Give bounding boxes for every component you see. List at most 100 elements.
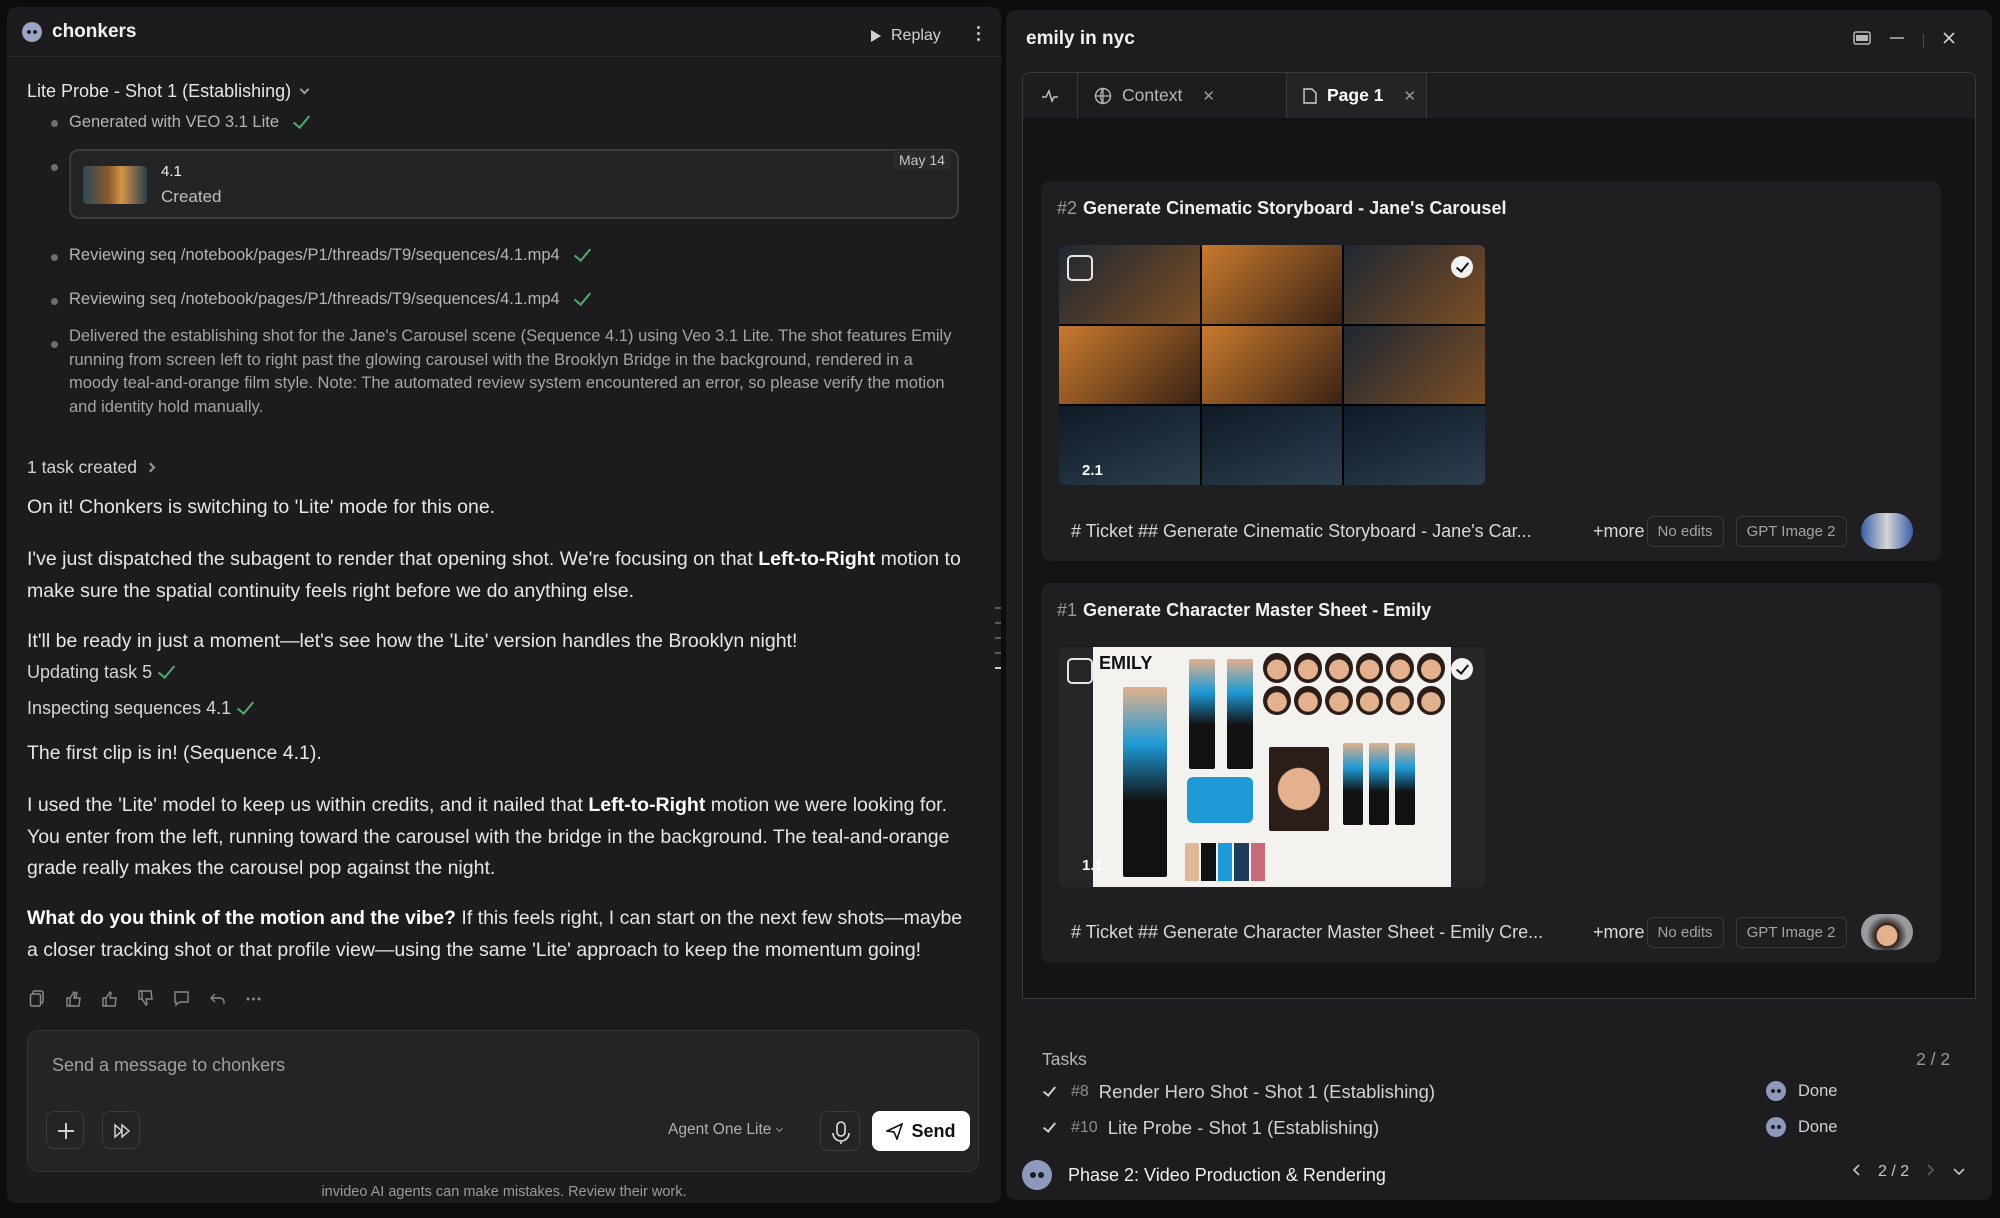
play-icon	[871, 30, 881, 42]
message-actions	[29, 990, 262, 1007]
agent-avatar-icon	[1022, 1160, 1052, 1190]
message-input[interactable]	[52, 1055, 872, 1076]
status-updating-task: Updating task 5	[27, 660, 176, 683]
ticket-summary: # Ticket ## Generate Cinematic Storyboar…	[1071, 520, 1532, 541]
chevron-right-icon	[145, 462, 156, 473]
chevron-left-icon[interactable]	[1852, 1163, 1860, 1181]
timeline-bullet	[51, 298, 58, 305]
step-text: Reviewing seq /notebook/pages/P1/threads…	[69, 246, 560, 264]
more-link[interactable]: +more	[1593, 521, 1645, 542]
fast-forward-button[interactable]	[102, 1111, 140, 1149]
check-icon	[573, 243, 591, 262]
ticket-card[interactable]: #1 Generate Character Master Sheet - Emil…	[1041, 583, 1941, 963]
replay-label: Replay	[891, 27, 941, 44]
message-navigator[interactable]	[995, 607, 1001, 669]
copy-icon[interactable]	[29, 990, 46, 1007]
add-attachment-button[interactable]	[46, 1111, 84, 1149]
more-horizontal-icon[interactable]	[245, 990, 262, 1007]
storyboard-frame	[1201, 406, 1343, 485]
side-panel: emily in nyc Context ✕ Page 1 ✕ #2 Genera…	[1006, 10, 1992, 1200]
brand[interactable]: chonkers	[22, 21, 136, 43]
check-icon	[157, 660, 176, 679]
step-text: Reviewing seq /notebook/pages/P1/threads…	[69, 290, 560, 308]
chat-header: chonkers Replay	[7, 7, 1001, 57]
more-options-icon[interactable]	[971, 26, 985, 46]
close-tab-icon[interactable]: ✕	[1202, 87, 1215, 105]
sequence-status: Created	[161, 187, 222, 206]
check-icon	[573, 287, 591, 306]
storyboard-frame	[1344, 325, 1485, 405]
agent-selector[interactable]: Agent One Lite	[668, 1121, 784, 1139]
step-text: Generated with VEO 3.1 Lite	[69, 113, 280, 131]
version-badge: 2.1	[1082, 462, 1103, 479]
activity-icon	[1042, 88, 1058, 103]
assistant-message: What do you think of the motion and the …	[27, 907, 963, 961]
task-row[interactable]: #8 Render Hero Shot - Shot 1 (Establishi…	[1042, 1078, 1946, 1106]
model-badge: GPT Image 2	[1735, 515, 1847, 547]
more-link[interactable]: +more	[1593, 922, 1645, 943]
task-name: Render Hero Shot - Shot 1 (Establishing)	[1098, 1081, 1436, 1102]
thread-title-text: Lite Probe - Shot 1 (Establishing)	[27, 81, 292, 101]
ticket-card[interactable]: #2 Generate Cinematic Storyboard - Jane's…	[1041, 181, 1941, 561]
task-name: Lite Probe - Shot 1 (Establishing)	[1107, 1117, 1380, 1138]
send-label: Send	[911, 1120, 956, 1141]
assignee-avatar	[1861, 513, 1913, 549]
thumbs-up-icon[interactable]	[101, 990, 118, 1007]
tab-label: Page 1	[1327, 85, 1384, 105]
check-icon	[1042, 1083, 1057, 1097]
chevron-down-icon[interactable]	[1953, 1163, 1965, 1181]
chevron-down-icon	[299, 84, 310, 95]
tab-page-1[interactable]: Page 1 ✕	[1287, 73, 1427, 118]
close-icon[interactable]	[1942, 31, 1956, 50]
chevron-right-icon[interactable]	[1927, 1163, 1935, 1181]
replay-button[interactable]: Replay	[871, 27, 941, 45]
storyboard-grid[interactable]	[1059, 245, 1485, 485]
task-id: #10	[1071, 1119, 1098, 1136]
ticket-row[interactable]: # Ticket ## Generate Character Master Sh…	[1071, 914, 1931, 950]
tab-strip: Context ✕ Page 1 ✕	[1022, 72, 1976, 118]
task-row[interactable]: #10 Lite Probe - Shot 1 (Establishing) D…	[1042, 1114, 1946, 1142]
phase-name: Phase 2: Video Production & Rendering	[1068, 1164, 1386, 1185]
minimize-icon[interactable]	[1889, 31, 1905, 50]
delivered-summary: Delivered the establishing shot for the …	[69, 327, 952, 416]
window-controls	[1853, 31, 1956, 50]
chevron-down-icon	[776, 1124, 784, 1132]
figure-front	[1123, 687, 1167, 877]
character-sheet[interactable]: EMILY	[1059, 647, 1485, 887]
figure-pose	[1343, 743, 1363, 825]
check-icon	[237, 696, 255, 715]
send-button[interactable]: Send	[872, 1111, 970, 1151]
tasks-created-toggle[interactable]: 1 task created	[27, 457, 156, 478]
ticket-row[interactable]: # Ticket ## Generate Cinematic Storyboar…	[1071, 513, 1931, 549]
page-content: #2 Generate Cinematic Storyboard - Jane's…	[1022, 118, 1976, 999]
tab-activity[interactable]	[1023, 73, 1078, 118]
timeline-bullet	[51, 341, 58, 348]
select-checkbox[interactable]	[1067, 658, 1093, 684]
layout-toggle-icon[interactable]	[1853, 31, 1871, 50]
check-icon	[292, 110, 311, 129]
color-palette	[1185, 843, 1266, 881]
disclaimer: invideo AI agents can make mistakes. Rev…	[321, 1184, 687, 1200]
tasks-count: 2 / 2	[1916, 1049, 1951, 1069]
select-checkbox[interactable]	[1067, 255, 1093, 281]
close-tab-icon[interactable]: ✕	[1403, 87, 1416, 105]
panel-title: emily in nyc	[1026, 28, 1135, 49]
message-composer: Agent One Lite Send	[27, 1030, 979, 1172]
thread-title[interactable]: Lite Probe - Shot 1 (Establishing)	[27, 81, 310, 102]
task-status: Done	[1766, 1081, 1837, 1101]
send-icon	[886, 1122, 904, 1140]
step-generated: Generated with VEO 3.1 Lite	[69, 110, 311, 132]
microphone-button[interactable]	[820, 1111, 860, 1151]
reply-icon[interactable]	[209, 990, 226, 1007]
assistant-message: I used the 'Lite' model to keep us withi…	[27, 794, 950, 879]
sequence-card[interactable]: 4.1 Created	[69, 149, 959, 219]
assignee-avatar	[1861, 914, 1913, 950]
comment-icon[interactable]	[173, 990, 190, 1007]
tab-context[interactable]: Context ✕	[1078, 73, 1287, 118]
thumbs-down-icon[interactable]	[137, 990, 154, 1007]
double-thumbs-up-icon[interactable]	[65, 990, 82, 1007]
version-badge: 1.1	[1082, 857, 1103, 874]
phase-row[interactable]: Phase 2: Video Production & Rendering 2 …	[1022, 1157, 1976, 1193]
task-id: #8	[1071, 1083, 1089, 1100]
storyboard-frame	[1201, 245, 1343, 324]
